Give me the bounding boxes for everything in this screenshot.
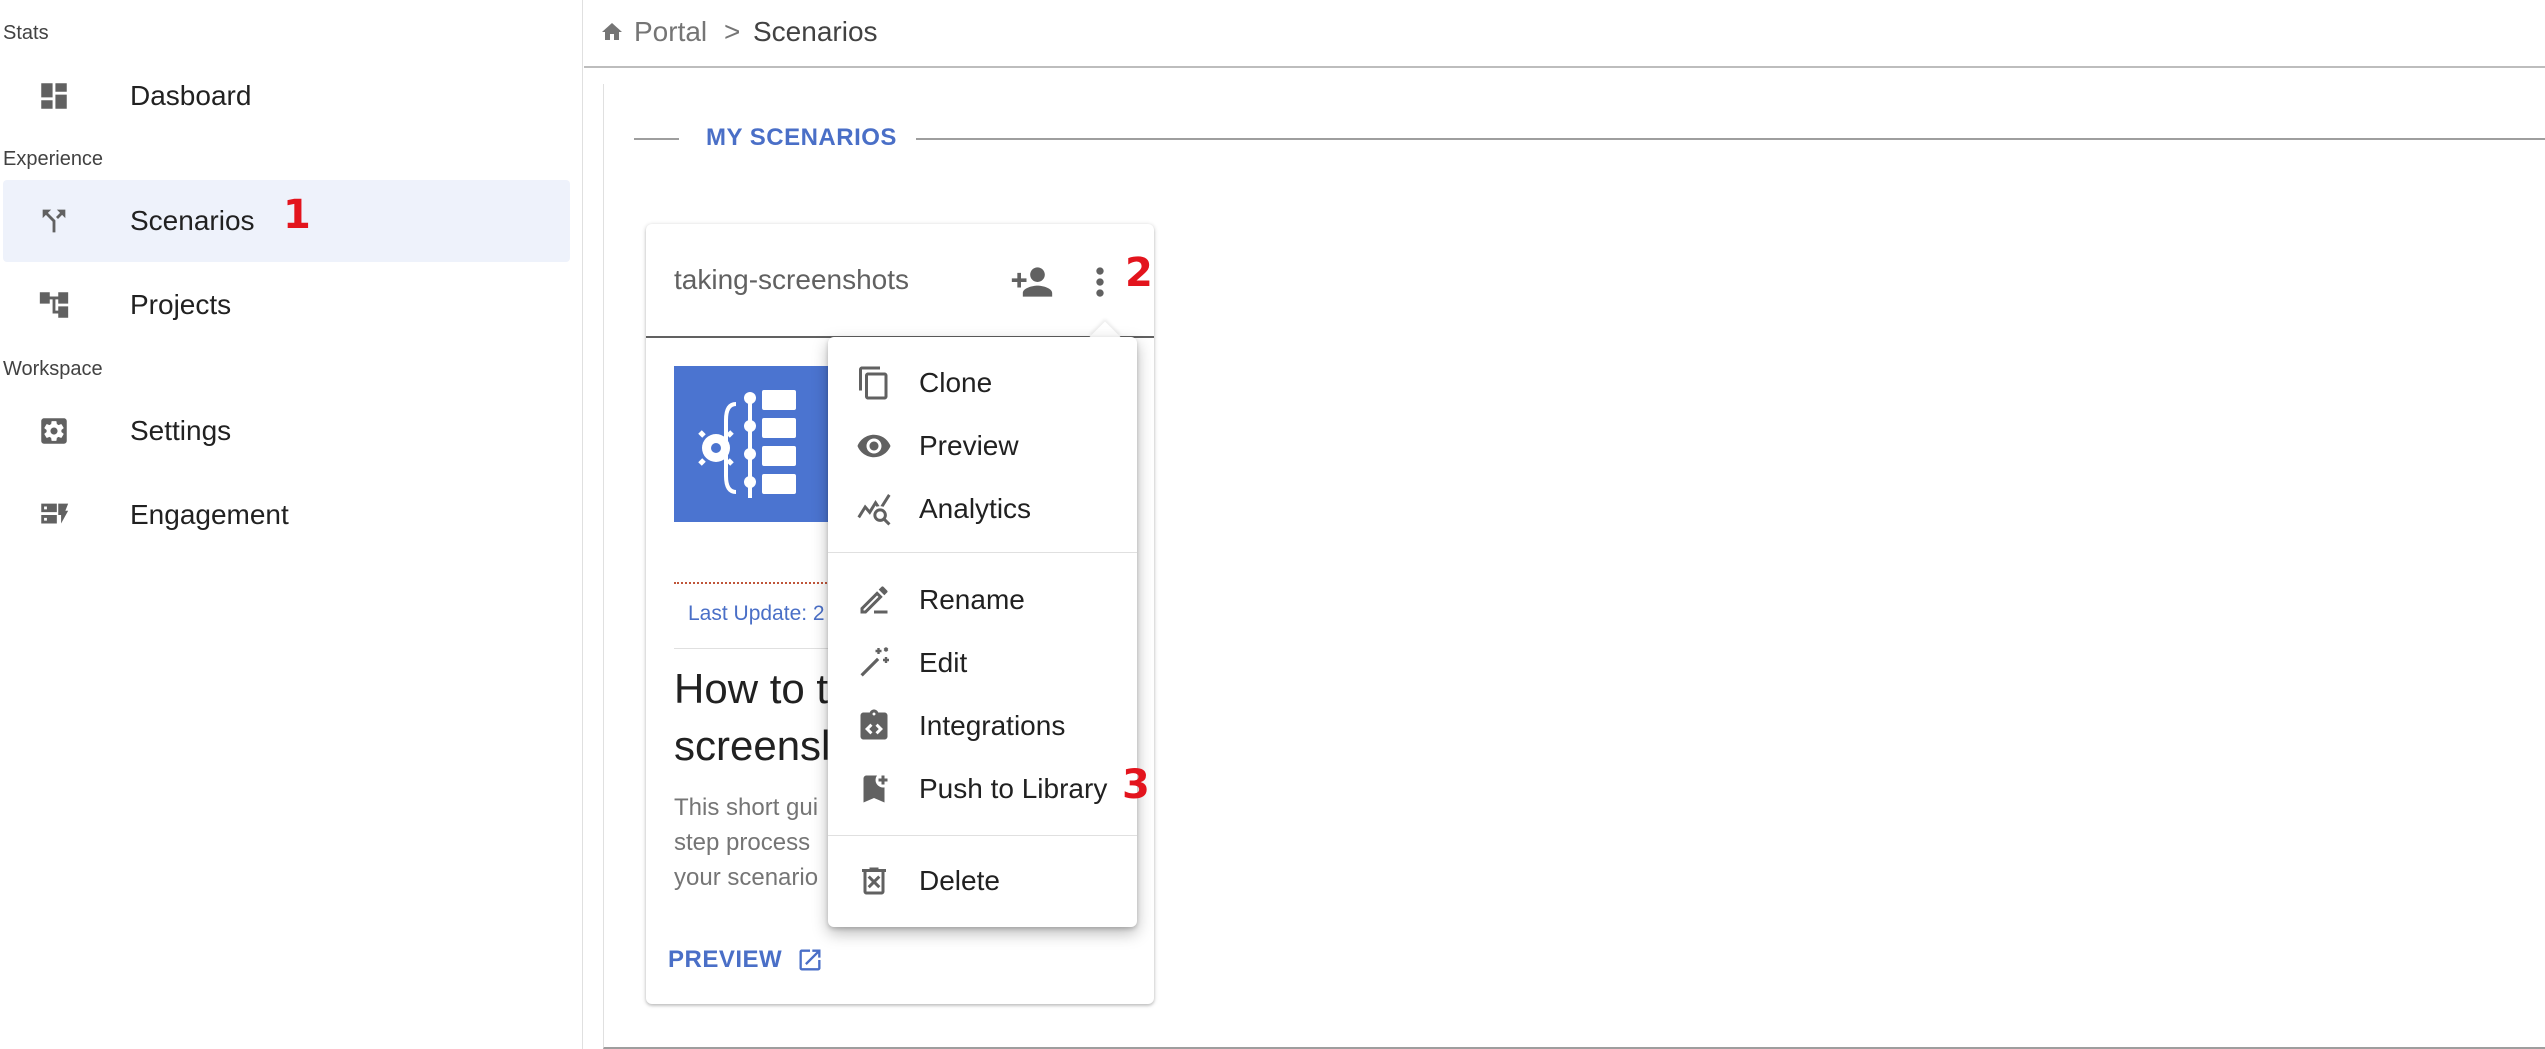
settings-icon (35, 412, 73, 450)
card-name: taking-screenshots (674, 264, 910, 295)
annotation-marker-1: 1 (283, 192, 311, 238)
person-add-icon (1011, 267, 1053, 297)
delete-icon (856, 863, 892, 899)
section-divider (634, 138, 679, 140)
breadcrumb-portal-link[interactable]: Portal (634, 16, 707, 48)
copy-icon (856, 365, 892, 401)
menu-item-label: Analytics (919, 493, 1032, 524)
more-vert-icon (1096, 267, 1104, 297)
engagement-icon (35, 496, 73, 534)
eye-icon (856, 428, 892, 464)
sidebar-item-dashboard[interactable]: Dasboard (3, 55, 570, 137)
sidebar-item-settings[interactable]: Settings (3, 390, 570, 472)
projects-icon (35, 286, 73, 324)
scenarios-icon (35, 202, 73, 240)
section-label-experience: Experience (3, 148, 104, 170)
menu-item-edit[interactable]: Edit (828, 631, 1137, 693)
breadcrumb-separator: > (724, 16, 741, 47)
open-in-new-icon (799, 949, 821, 971)
sidebar-item-label: Scenarios (130, 205, 255, 236)
sidebar-item-engagement[interactable]: Engagement (3, 474, 570, 556)
sidebar-item-label: Projects (130, 289, 232, 320)
bookmark-add-icon (856, 771, 892, 807)
scenario-options-menu: Clone Preview Analytics Rename Edit Inte… (828, 337, 1137, 927)
menu-item-integrations[interactable]: Integrations (828, 694, 1137, 756)
section-label-stats: Stats (3, 22, 49, 44)
pencil-icon (856, 582, 892, 618)
menu-item-label: Integrations (919, 710, 1066, 741)
menu-item-label: Rename (919, 584, 1025, 615)
sidebar-item-label: Engagement (130, 499, 289, 530)
menu-item-clone[interactable]: Clone (828, 351, 1137, 413)
menu-item-push-to-library[interactable]: Push to Library (828, 757, 1137, 819)
menu-item-label: Push to Library (919, 773, 1108, 804)
menu-item-analytics[interactable]: Analytics (828, 477, 1137, 539)
sidebar-item-label: Dasboard (130, 80, 252, 111)
workflow-illustration-icon (698, 390, 796, 498)
annotation-marker-2: 2 (1125, 250, 1153, 296)
card-header: taking-screenshots (646, 224, 1154, 338)
menu-item-label: Clone (919, 367, 993, 398)
analytics-icon (856, 491, 892, 527)
preview-label: PREVIEW (668, 946, 783, 973)
menu-item-rename[interactable]: Rename (828, 568, 1137, 630)
section-title: MY SCENARIOS (706, 124, 897, 151)
dashboard-icon (35, 77, 73, 115)
home-icon[interactable] (600, 20, 624, 44)
menu-item-delete[interactable]: Delete (828, 849, 1137, 911)
menu-item-label: Delete (919, 865, 1000, 896)
menu-item-label: Edit (919, 647, 968, 678)
sidebar: Stats Dasboard Experience Scenarios Proj… (0, 0, 583, 1049)
scenario-thumbnail (674, 366, 832, 522)
section-divider (916, 138, 2545, 140)
section-label-workspace: Workspace (3, 358, 103, 380)
annotation-marker-3: 3 (1122, 762, 1150, 808)
magic-wand-icon (856, 645, 892, 681)
menu-divider (828, 835, 1137, 836)
last-update-text: Last Update: 2 (688, 602, 825, 625)
preview-link[interactable]: PREVIEW (668, 946, 824, 974)
breadcrumb: Portal > Scenarios (584, 0, 2545, 68)
add-user-button[interactable] (1010, 260, 1054, 304)
breadcrumb-current: Scenarios (753, 16, 878, 47)
app-root: Stats Dasboard Experience Scenarios Proj… (0, 0, 2545, 1049)
menu-item-label: Preview (919, 430, 1019, 461)
more-options-button[interactable] (1078, 260, 1122, 304)
sidebar-item-projects[interactable]: Projects (3, 264, 570, 346)
sidebar-item-label: Settings (130, 415, 232, 446)
menu-item-preview[interactable]: Preview (828, 414, 1137, 476)
integrations-icon (856, 708, 892, 744)
menu-divider (828, 552, 1137, 553)
